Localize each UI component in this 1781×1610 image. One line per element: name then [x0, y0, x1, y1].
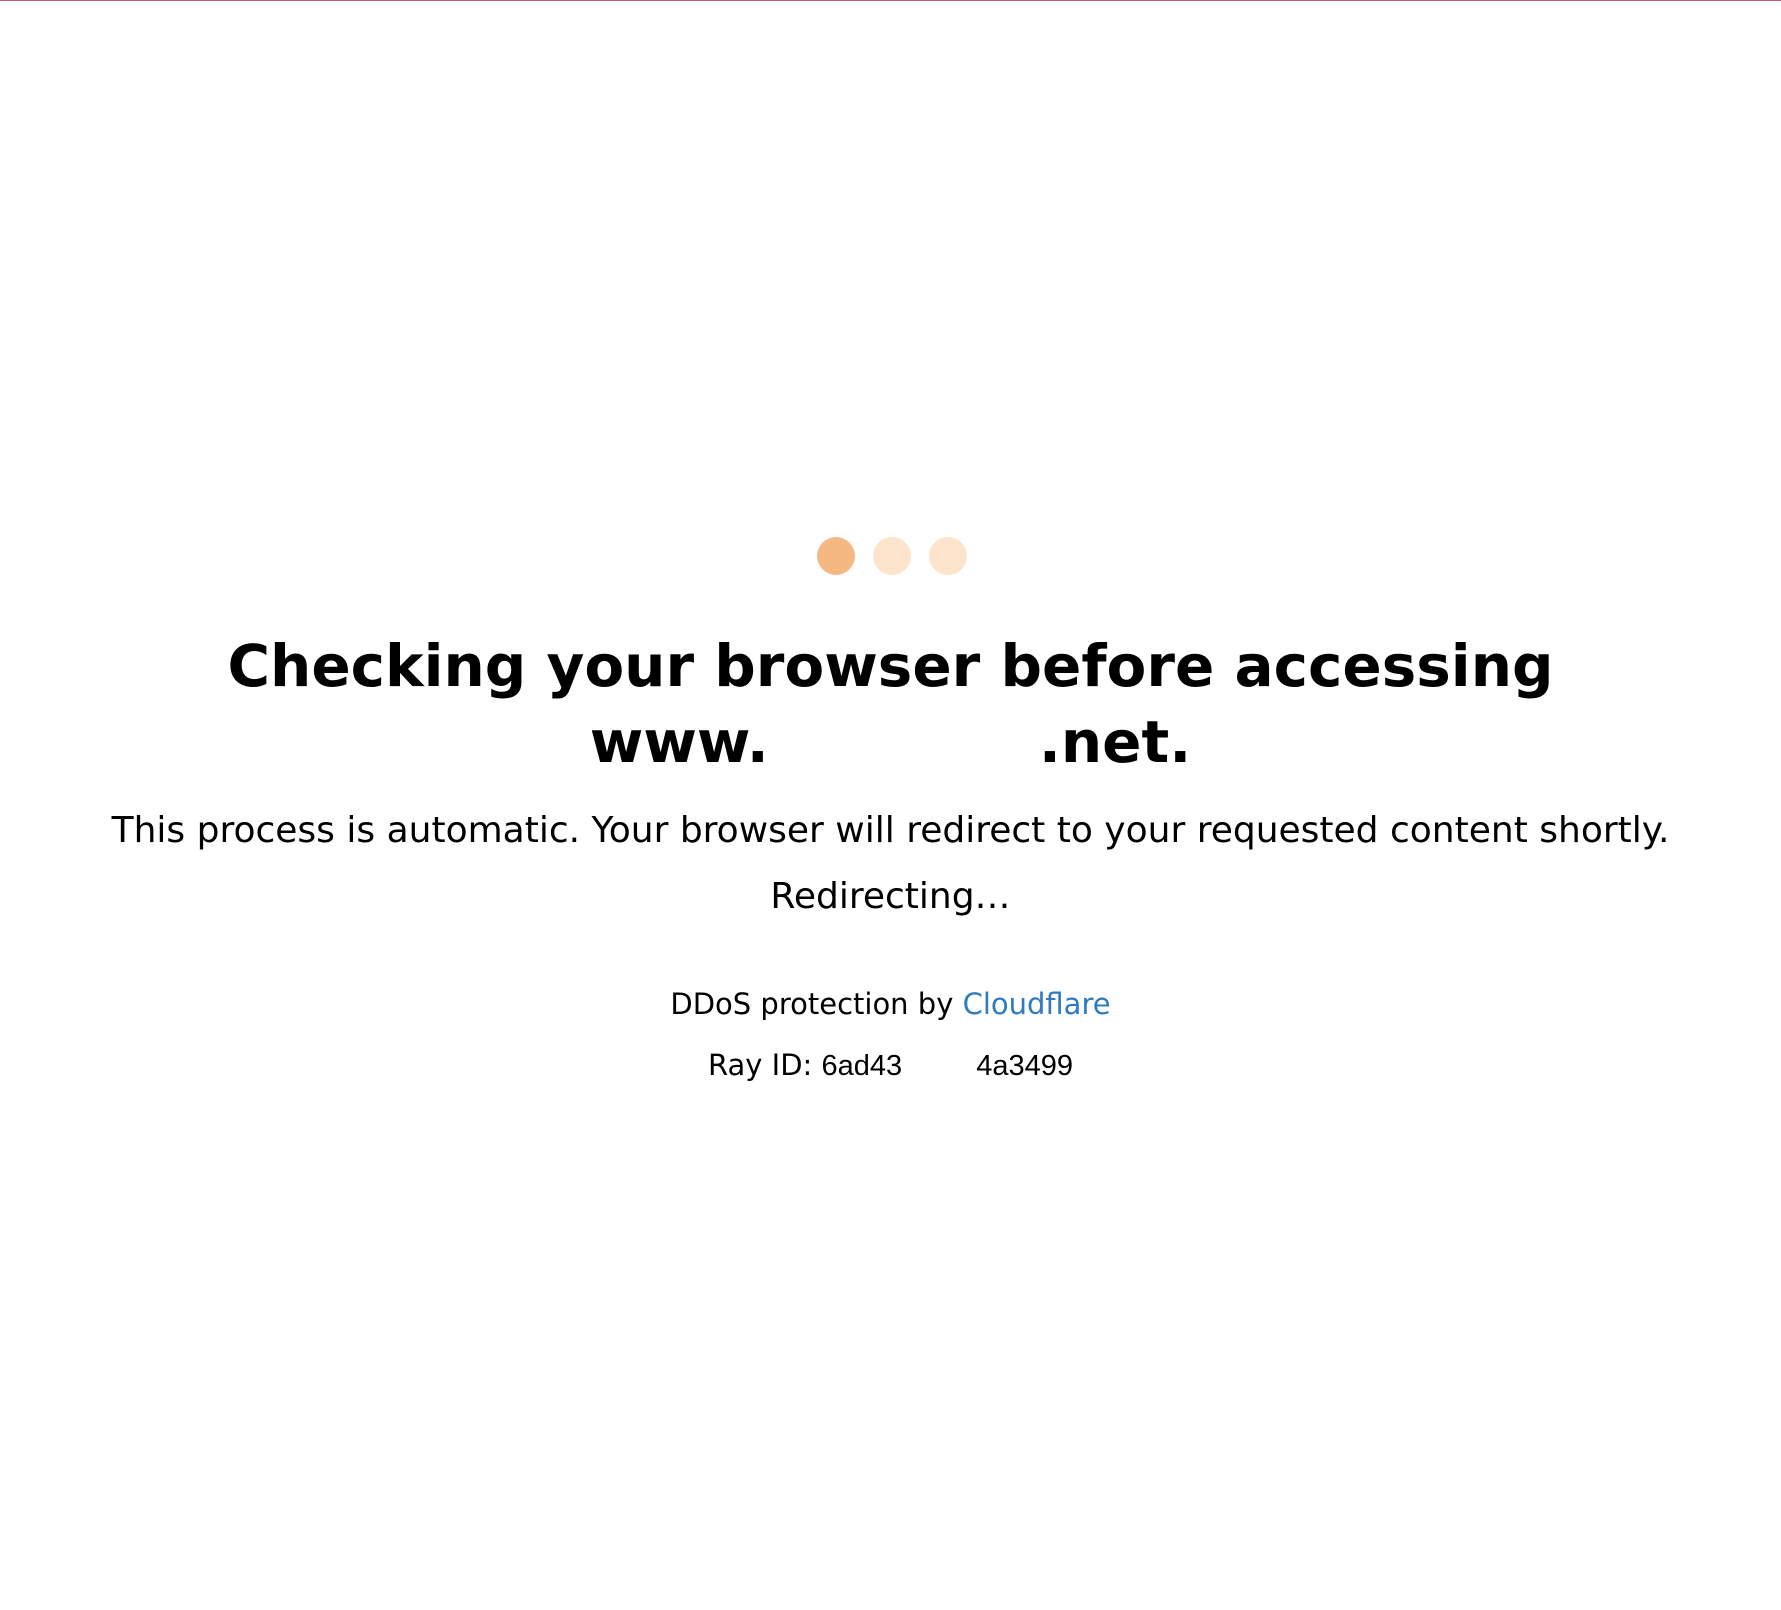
page-title: Checking your browser before accessing w…: [0, 628, 1781, 780]
title-line-1: Checking your browser before accessing: [227, 632, 1554, 700]
status-text: Redirecting…: [770, 876, 1011, 917]
protection-footer: DDoS protection by Cloudflare: [0, 983, 1781, 1025]
domain-prefix: www.: [589, 708, 769, 776]
ray-id: Ray ID: 6ad43 4a3499: [0, 1044, 1781, 1087]
loading-dot-active: [817, 537, 855, 575]
ray-id-label: Ray ID:: [708, 1048, 822, 1082]
loading-dot: [873, 537, 911, 575]
loading-dot: [929, 537, 967, 575]
ray-id-part-1: 6ad43: [821, 1050, 903, 1082]
ray-id-part-2: 4a3499: [976, 1050, 1073, 1082]
title-domain-line: www. .net.: [0, 704, 1781, 780]
protection-label: DDoS protection by: [670, 987, 963, 1021]
description-text: This process is automatic. Your browser …: [111, 810, 1670, 851]
cloudflare-link[interactable]: Cloudflare: [963, 987, 1111, 1021]
loading-dots: [817, 537, 967, 577]
top-border-line: [0, 0, 1781, 1]
domain-suffix: .net.: [1038, 708, 1192, 776]
